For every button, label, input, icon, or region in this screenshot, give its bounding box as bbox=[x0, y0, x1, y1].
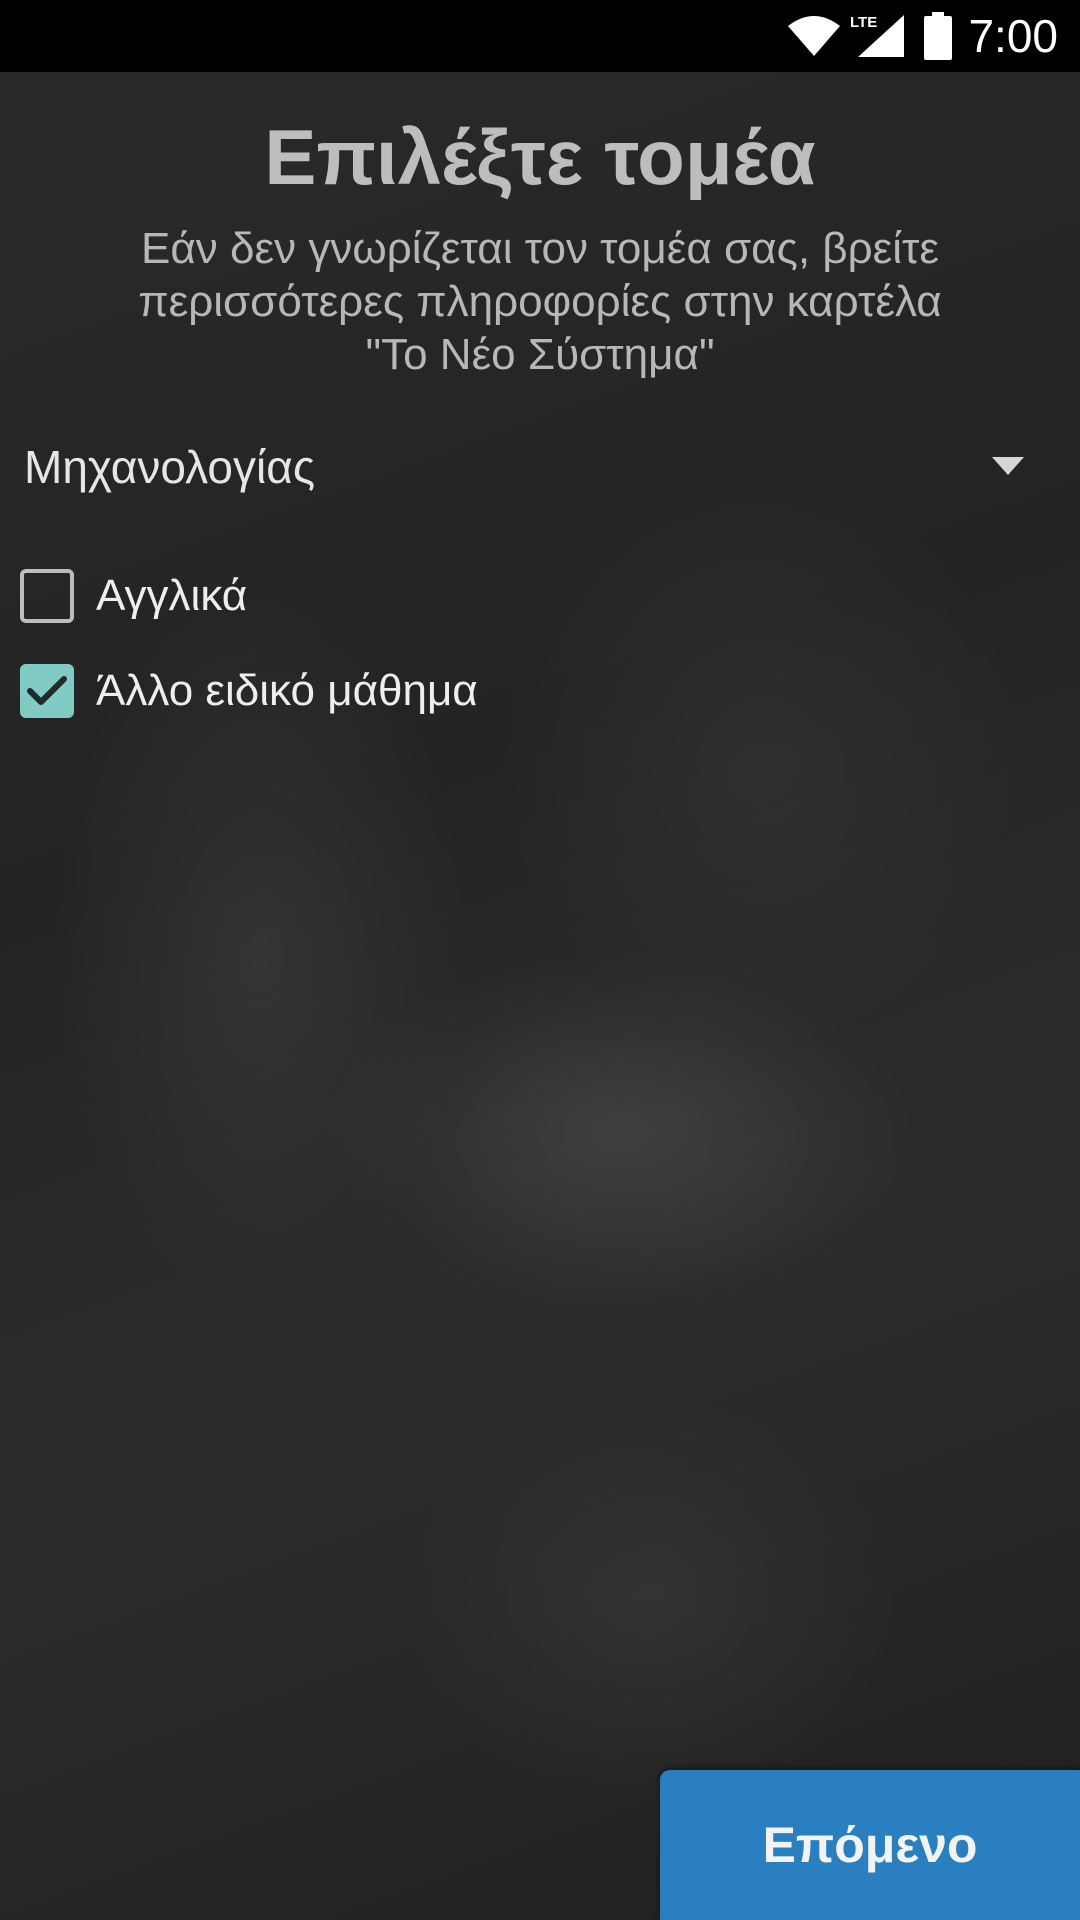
other-subject-checkbox-row[interactable]: Άλλο ειδικό μάθημα bbox=[20, 661, 478, 721]
next-button[interactable]: Επόμενο bbox=[660, 1770, 1080, 1920]
checkmark-icon bbox=[27, 676, 67, 705]
lte-signal-icon: LTE bbox=[850, 11, 906, 61]
screen: LTE 7:00 Επιλέξτε τομέα Εάν δεν γνωρίζετ… bbox=[0, 0, 1080, 1920]
next-button-label: Επόμενο bbox=[762, 1817, 978, 1873]
status-icons: LTE 7:00 bbox=[786, 0, 1058, 72]
subtitle-line: Εάν δεν γνωρίζεται τον τομέα σας, βρείτε bbox=[141, 224, 939, 273]
lte-label: LTE bbox=[850, 14, 877, 31]
english-checkbox-row[interactable]: Αγγλικά bbox=[20, 566, 247, 626]
other-subject-checkbox-label: Άλλο ειδικό μάθημα bbox=[96, 666, 478, 715]
sector-spinner[interactable]: Μηχανολογίας bbox=[0, 430, 1080, 504]
sector-spinner-value: Μηχανολογίας bbox=[24, 441, 315, 493]
dropdown-arrow-icon bbox=[992, 457, 1024, 479]
status-bar: LTE 7:00 bbox=[0, 0, 1080, 72]
english-checkbox-label: Αγγλικά bbox=[96, 571, 248, 620]
clock: 7:00 bbox=[968, 10, 1058, 62]
subtitle-line: "Το Νέο Σύστημα" bbox=[365, 330, 715, 379]
page-subtitle: Εάν δεν γνωρίζεται τον τομέα σας, βρείτε… bbox=[80, 222, 1000, 381]
wifi-icon bbox=[786, 14, 842, 58]
battery-icon bbox=[924, 12, 953, 60]
other-subject-checkbox[interactable] bbox=[20, 664, 74, 718]
page-title: Επιλέξτε τομέα bbox=[264, 113, 816, 201]
subtitle-line: περισσότερες πληροφορίες στην καρτέλα bbox=[138, 277, 942, 326]
english-checkbox[interactable] bbox=[20, 569, 74, 623]
